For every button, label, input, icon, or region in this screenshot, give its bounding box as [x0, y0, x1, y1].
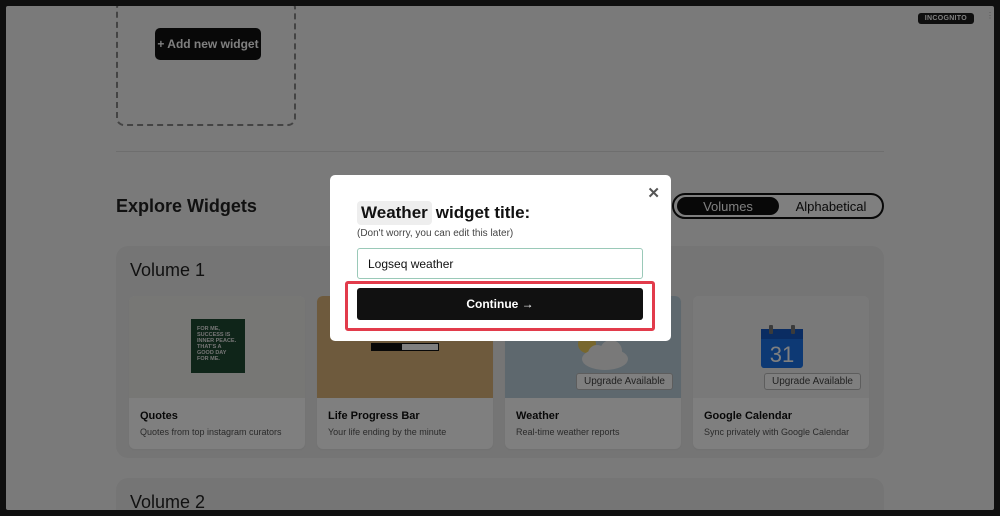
- modal-title-text: widget title:: [435, 203, 531, 222]
- widget-name-chip: Weather: [357, 201, 432, 225]
- widget-title-modal: ✕ Weather widget title: (Don't worry, yo…: [330, 175, 671, 341]
- widget-title-input[interactable]: [357, 248, 643, 279]
- modal-title: Weather widget title:: [357, 201, 530, 225]
- modal-subtitle: (Don't worry, you can edit this later): [357, 228, 514, 239]
- continue-button[interactable]: Continue →: [357, 288, 643, 320]
- close-icon[interactable]: ✕: [647, 184, 660, 202]
